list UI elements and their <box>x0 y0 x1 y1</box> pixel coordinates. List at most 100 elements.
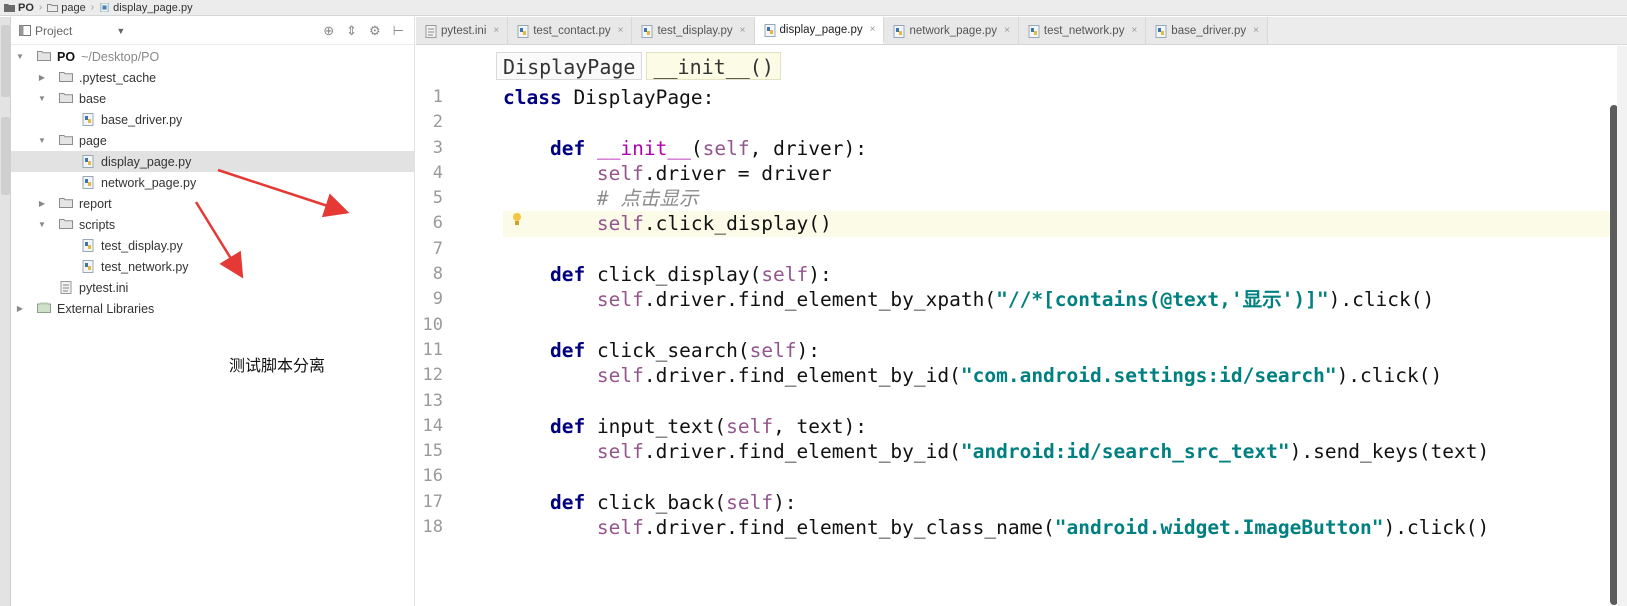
code-editor[interactable]: DisplayPage __init__() 1 2 3 4 5 6 7 8 9 10 11 12 13… <box>416 46 1627 606</box>
tree-item[interactable]: display_page.py <box>11 151 414 172</box>
tree-item[interactable]: ▶ External Libraries <box>11 298 414 319</box>
tree-item[interactable]: base_driver.py <box>11 109 414 130</box>
close-icon[interactable]: × <box>870 24 876 35</box>
editor-tab[interactable]: network_page.py × <box>884 17 1019 44</box>
code-token: self <box>596 364 644 388</box>
crumb-class[interactable]: DisplayPage <box>496 52 643 80</box>
code-token: "com.android.settings:id/search" <box>960 364 1337 388</box>
crumb-method[interactable]: __init__() <box>646 52 781 80</box>
code-token: def <box>549 338 586 362</box>
line-number: 9 <box>432 289 443 310</box>
code-token: ): <box>796 338 821 362</box>
gear-icon[interactable]: ⚙ <box>369 23 381 39</box>
breadcrumb-item-project[interactable]: PO <box>0 2 38 14</box>
code-line: self.driver = driver <box>503 161 1627 186</box>
tree-item[interactable]: ▼ base <box>11 88 414 109</box>
tree-item[interactable]: ▼ PO ~/Desktop/PO <box>11 46 414 67</box>
tree-item-label: report <box>79 197 112 211</box>
tree-item[interactable]: test_network.py <box>11 256 414 277</box>
chevron-down-icon[interactable]: ▼ <box>15 52 25 61</box>
tree-item[interactable]: ▼ scripts <box>11 214 414 235</box>
close-icon[interactable]: × <box>1253 25 1259 36</box>
code-token: self <box>596 516 644 540</box>
chevron-down-icon[interactable]: ▼ <box>37 220 47 229</box>
tree-item-name: base <box>79 91 107 106</box>
project-panel-title[interactable]: Project <box>35 24 72 38</box>
code-token: def <box>549 136 586 160</box>
breadcrumb-item-file[interactable]: display_page.py <box>95 2 197 14</box>
project-tool-tab[interactable] <box>1 25 10 97</box>
chevron-down-icon[interactable]: ▼ <box>37 94 47 103</box>
code-line: self.driver.find_element_by_id("android:… <box>503 439 1627 464</box>
tree-item[interactable]: test_display.py <box>11 235 414 256</box>
hide-panel-icon[interactable]: ⊢ <box>393 23 404 39</box>
close-icon[interactable]: × <box>1004 25 1010 36</box>
locate-file-icon[interactable]: ⊕ <box>323 23 334 39</box>
close-icon[interactable]: × <box>1131 25 1137 36</box>
code-token: ).click() <box>1336 364 1443 388</box>
tree-item[interactable]: ▼ page <box>11 130 414 151</box>
code-token: self <box>726 490 774 514</box>
tree-item[interactable]: ▶ report <box>11 193 414 214</box>
editor-tab[interactable]: pytest.ini × <box>416 17 509 44</box>
structure-tool-tab[interactable] <box>1 117 10 195</box>
editor-tab[interactable]: display_page.py × <box>754 17 885 44</box>
folder-icon <box>59 71 73 82</box>
close-icon[interactable]: × <box>493 25 499 36</box>
code-token: def <box>549 490 586 514</box>
chevron-right-icon[interactable]: ▶ <box>37 199 47 208</box>
editor-tab[interactable]: test_display.py × <box>632 17 755 44</box>
line-number: 16 <box>422 466 443 487</box>
chevron-right-icon[interactable]: ▶ <box>15 304 25 313</box>
code-line: def input_text(self, text): <box>503 414 1627 439</box>
right-tool-strip <box>1617 46 1627 606</box>
python-file-icon <box>81 239 95 252</box>
editor-tab-bar: pytest.ini × test_contact.py × test_display.… <box>416 17 1627 45</box>
tree-item-name: scripts <box>79 217 116 232</box>
breadcrumb-item-folder[interactable]: page <box>43 2 89 14</box>
line-number: 11 <box>422 339 443 360</box>
chevron-down-icon[interactable]: ▼ <box>116 26 125 36</box>
code-token: ): <box>808 263 832 287</box>
editor-tab[interactable]: base_driver.py × <box>1146 17 1268 44</box>
close-icon[interactable]: × <box>618 25 624 36</box>
line-number: 4 <box>432 162 443 183</box>
chevron-right-icon[interactable]: ▶ <box>37 73 47 82</box>
tree-item[interactable]: pytest.ini <box>11 277 414 298</box>
folder-icon <box>47 4 59 12</box>
line-number: 2 <box>432 112 443 133</box>
code-area[interactable]: class DisplayPage: def __init__(self, dr… <box>503 85 1627 540</box>
tool-window-strip <box>0 17 11 606</box>
tree-item[interactable]: ▶ .pytest_cache <box>11 67 414 88</box>
code-token: def <box>549 263 586 287</box>
python-file-icon <box>640 24 653 38</box>
editor-tab[interactable]: test_contact.py × <box>508 17 633 44</box>
editor-tab[interactable]: test_network.py × <box>1018 17 1147 44</box>
close-icon[interactable]: × <box>740 25 746 36</box>
code-line: self.driver.find_element_by_id("com.andr… <box>503 363 1627 388</box>
lightbulb-icon[interactable] <box>512 212 522 226</box>
chevron-down-icon[interactable]: ▼ <box>37 136 47 145</box>
python-file-icon <box>1027 24 1040 38</box>
code-token: DisplayPage: <box>561 86 715 109</box>
tree-item-label: test_display.py <box>101 239 183 253</box>
collapse-all-icon[interactable]: ⇕ <box>346 23 357 39</box>
ini-file-icon <box>424 24 437 38</box>
code-token: class <box>503 86 562 109</box>
line-number: 12 <box>422 365 443 386</box>
code-line: def click_back(self): <box>503 490 1627 515</box>
tree-item[interactable]: network_page.py <box>11 172 414 193</box>
code-token: .driver.find_element_by_id( <box>643 440 961 464</box>
code-token: input_text( <box>585 414 727 438</box>
tree-item-name: page <box>79 133 107 148</box>
code-token: .driver.find_element_by_class_name( <box>643 516 1055 540</box>
editor-tab-label: test_contact.py <box>533 24 611 37</box>
folder-icon <box>4 4 15 12</box>
